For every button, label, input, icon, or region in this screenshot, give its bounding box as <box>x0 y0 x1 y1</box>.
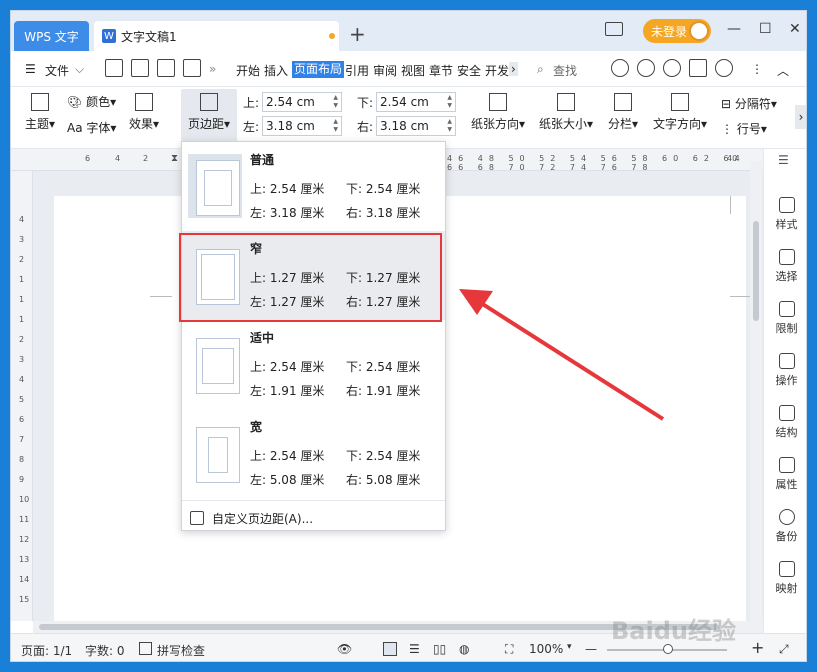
wps-window: WPS 文字 W 文字文稿1 + 未登录 — ☐ ✕ ☰ 文件 ⌵ » 开始 插… <box>10 10 807 662</box>
annotation-arrow <box>459 289 665 421</box>
watermark: Baidu经验 <box>611 617 736 645</box>
